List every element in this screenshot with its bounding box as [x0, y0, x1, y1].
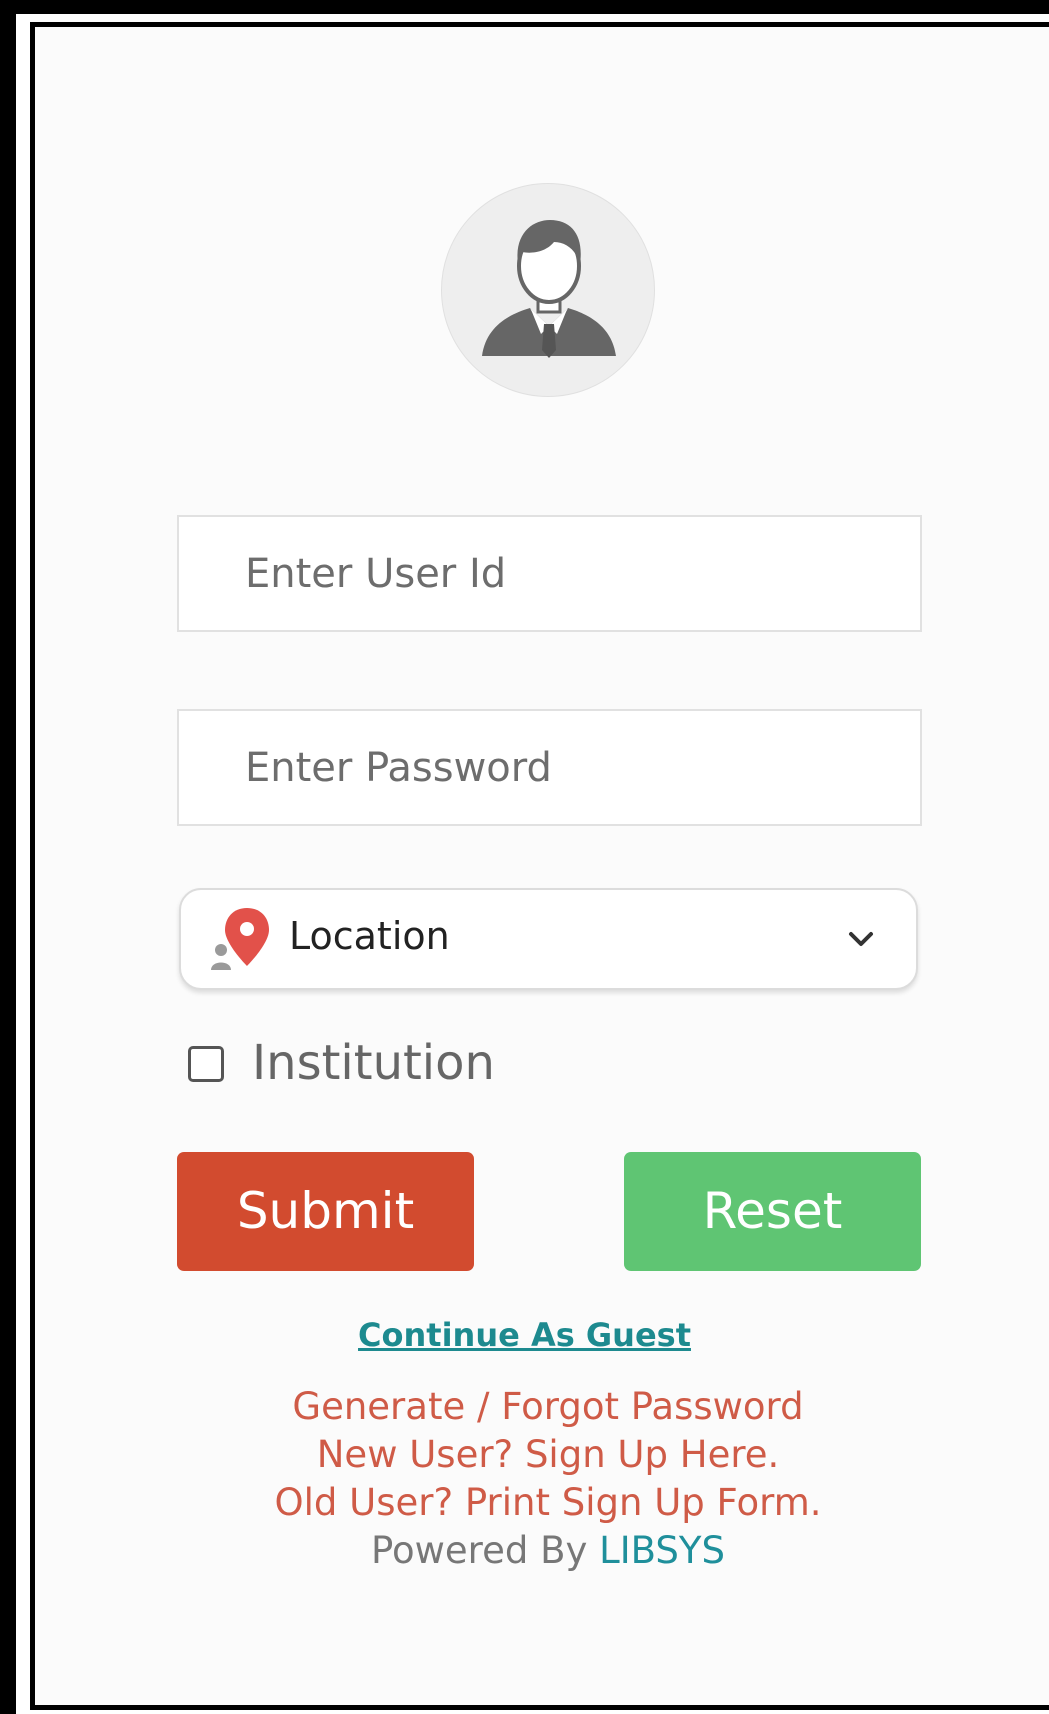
print-signup-form-link[interactable]: Old User? Print Sign Up Form.	[0, 1481, 1049, 1524]
location-pin-icon	[203, 904, 273, 978]
chevron-down-icon	[846, 924, 876, 958]
submit-button[interactable]: Submit	[177, 1152, 474, 1271]
reset-button[interactable]: Reset	[624, 1152, 921, 1271]
sign-up-link[interactable]: New User? Sign Up Here.	[0, 1433, 1049, 1476]
location-label: Location	[289, 914, 450, 958]
user-id-input[interactable]	[177, 515, 922, 632]
libsys-link[interactable]: LIBSYS	[599, 1529, 725, 1572]
institution-label: Institution	[252, 1035, 495, 1091]
institution-checkbox[interactable]	[188, 1046, 224, 1082]
continue-as-guest-link[interactable]: Continue As Guest	[0, 1316, 1049, 1354]
password-input[interactable]	[177, 709, 922, 826]
powered-by: Powered By LIBSYS	[0, 1529, 1049, 1572]
user-avatar-icon	[441, 183, 655, 397]
location-select[interactable]: Location	[179, 888, 918, 990]
forgot-password-link[interactable]: Generate / Forgot Password	[0, 1385, 1049, 1428]
powered-by-text: Powered By	[371, 1529, 588, 1572]
